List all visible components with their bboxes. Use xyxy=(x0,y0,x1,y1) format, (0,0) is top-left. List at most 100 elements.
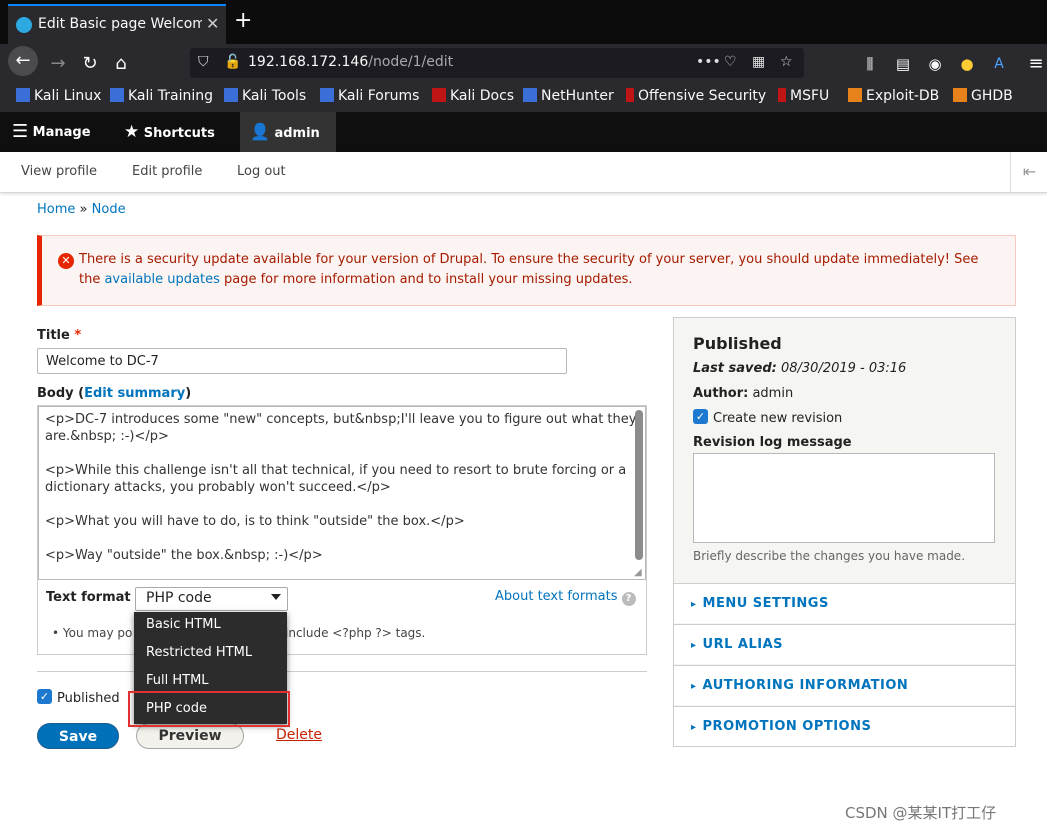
bookmark-offensive-security[interactable]: Offensive Security xyxy=(626,88,766,104)
pocket-icon[interactable]: ♡ xyxy=(724,54,737,70)
breadcrumb-home[interactable]: Home xyxy=(37,202,75,217)
tray-view-profile[interactable]: View profile xyxy=(21,164,97,179)
close-tab-icon[interactable]: ✕ xyxy=(206,14,219,33)
sidebar-icon[interactable]: ▤ xyxy=(889,50,917,78)
resize-handle-icon[interactable]: ◢ xyxy=(634,567,642,578)
forward-arrow-icon[interactable]: → xyxy=(44,50,72,78)
kali-icon xyxy=(16,88,30,102)
home-icon[interactable]: ⌂ xyxy=(107,50,135,78)
about-text-formats[interactable]: About text formats? xyxy=(495,589,636,606)
body-line xyxy=(45,530,639,547)
library-icon[interactable]: ⫼ xyxy=(856,50,884,78)
body-label: Body (Edit summary) xyxy=(37,386,192,401)
accordion-menu-settings[interactable]: MENU SETTINGS xyxy=(674,583,1015,623)
bookmark-kali-linux[interactable]: Kali Linux xyxy=(16,88,101,104)
bookmark-kali-docs[interactable]: Kali Docs xyxy=(432,88,514,104)
shield-icon[interactable]: ⛉ xyxy=(198,54,209,70)
extension-icon[interactable]: ● xyxy=(953,50,981,78)
body-line: <p>While this challenge isn't all that t… xyxy=(45,463,627,495)
bookmark-kali-forums[interactable]: Kali Forums xyxy=(320,88,419,104)
published-label: Published xyxy=(57,691,120,706)
user-icon: 👤 xyxy=(250,122,270,141)
save-button[interactable]: Save xyxy=(37,723,119,749)
tab-title: Edit Basic page Welcome to DC-7 xyxy=(38,16,202,32)
accordion-authoring-information[interactable]: AUTHORING INFORMATION xyxy=(674,665,1015,705)
kali-icon xyxy=(320,88,334,102)
tray-edit-profile[interactable]: Edit profile xyxy=(132,164,202,179)
bookmark-kali-training[interactable]: Kali Training xyxy=(110,88,213,104)
format-tip-tail: include <?php ?> tags. xyxy=(285,626,426,640)
bookmark-star-icon[interactable]: ☆ xyxy=(780,54,793,70)
bookmark-nethunter[interactable]: NetHunter xyxy=(523,88,614,104)
delete-link[interactable]: Delete xyxy=(276,727,322,743)
body-line xyxy=(45,445,639,462)
kali-icon xyxy=(224,88,238,102)
exploit-db-icon xyxy=(848,88,862,102)
toolbar-shortcuts[interactable]: ★ Shortcuts xyxy=(124,112,215,152)
menu-icon[interactable]: ≡ xyxy=(1022,50,1047,78)
bookmark-msfu[interactable]: MSFU xyxy=(778,88,829,104)
option-basic-html[interactable]: Basic HTML xyxy=(146,615,221,635)
accordion-url-alias[interactable]: URL ALIAS xyxy=(674,624,1015,664)
create-revision-label: Create new revision xyxy=(713,411,843,426)
help-icon: ? xyxy=(621,592,636,606)
url-path: /node/1/edit xyxy=(368,54,454,70)
breadcrumb-separator: » xyxy=(79,202,88,217)
insecure-lock-icon[interactable]: 🔓 xyxy=(224,54,241,70)
tray-log-out[interactable]: Log out xyxy=(237,164,286,179)
offsec-icon xyxy=(778,88,786,102)
toolbar-tray: View profile Edit profile Log out xyxy=(0,152,1047,193)
body-textarea[interactable]: <p>DC-7 introduces some "new" concepts, … xyxy=(38,406,646,580)
translate-icon[interactable]: A xyxy=(985,50,1013,78)
toolbar-user[interactable]: 👤 admin xyxy=(240,112,336,152)
title-label: Title * xyxy=(37,328,82,343)
textarea-scrollbar[interactable] xyxy=(635,410,643,560)
title-input[interactable] xyxy=(37,348,567,374)
body-line: <p>What you will have to do, is to think… xyxy=(45,514,465,529)
tray-orientation-toggle-icon[interactable]: ⇤ xyxy=(1010,152,1047,192)
star-icon: ★ xyxy=(124,122,140,142)
message-text: There is a security update available for… xyxy=(79,252,979,287)
new-tab-button[interactable]: + xyxy=(234,8,252,33)
sidebar-status-title: Published xyxy=(693,334,782,353)
edit-summary-link[interactable]: Edit summary xyxy=(84,386,185,401)
kali-icon xyxy=(110,88,124,102)
browser-tab[interactable]: Edit Basic page Welcome to DC-7 ✕ xyxy=(8,4,226,44)
url-bar[interactable]: ⛉ 🔓 192.168.172.146/node/1/edit ••• ♡ ▦ … xyxy=(190,48,804,78)
php-code-highlight-box xyxy=(128,691,290,727)
bookmark-exploit-db[interactable]: Exploit-DB xyxy=(848,88,939,104)
body-line xyxy=(45,496,639,513)
drupal-favicon-icon xyxy=(16,17,32,33)
reader-icon[interactable]: ▦ xyxy=(752,54,765,70)
breadcrumb: Home » Node xyxy=(37,202,126,217)
author: Author: admin xyxy=(693,386,794,401)
watermark: CSDN @某某IT打工仔 xyxy=(845,804,997,822)
form-divider xyxy=(37,671,647,672)
revision-log-textarea[interactable] xyxy=(693,453,995,543)
revision-log-description: Briefly describe the changes you have ma… xyxy=(693,549,966,563)
reload-icon[interactable]: ↻ xyxy=(76,50,104,78)
option-restricted-html[interactable]: Restricted HTML xyxy=(146,643,252,663)
create-revision-checkbox[interactable]: ✓ xyxy=(693,409,708,424)
bookmark-ghdb[interactable]: GHDB xyxy=(953,88,1013,104)
bookmarks-bar: Kali Linux Kali Training Kali Tools Kali… xyxy=(0,82,1047,112)
back-arrow-icon[interactable]: ← xyxy=(8,46,38,76)
page-actions-icon[interactable]: ••• xyxy=(696,54,721,70)
url-text[interactable]: 192.168.172.146/node/1/edit xyxy=(248,54,453,70)
dropdown-arrow-icon xyxy=(271,594,281,600)
required-marker: * xyxy=(74,328,82,343)
toolbar-manage[interactable]: ☰ Manage xyxy=(12,112,91,152)
available-updates-link[interactable]: available updates xyxy=(104,272,219,287)
admin-toolbar: ☰ Manage ★ Shortcuts 👤 admin xyxy=(0,112,1047,152)
published-checkbox[interactable]: ✓ xyxy=(37,689,52,704)
offsec-icon xyxy=(626,88,634,102)
body-line: <p>DC-7 introduces some "new" concepts, … xyxy=(45,412,637,444)
accordion-promotion-options[interactable]: PROMOTION OPTIONS xyxy=(674,706,1015,746)
bookmark-kali-tools[interactable]: Kali Tools xyxy=(224,88,306,104)
kali-icon xyxy=(523,88,537,102)
text-format-select[interactable]: PHP code xyxy=(135,587,288,611)
option-full-html[interactable]: Full HTML xyxy=(146,671,209,691)
breadcrumb-node[interactable]: Node xyxy=(92,202,126,217)
hamburger-icon: ☰ xyxy=(12,121,29,142)
account-icon[interactable]: ◉ xyxy=(921,50,949,78)
